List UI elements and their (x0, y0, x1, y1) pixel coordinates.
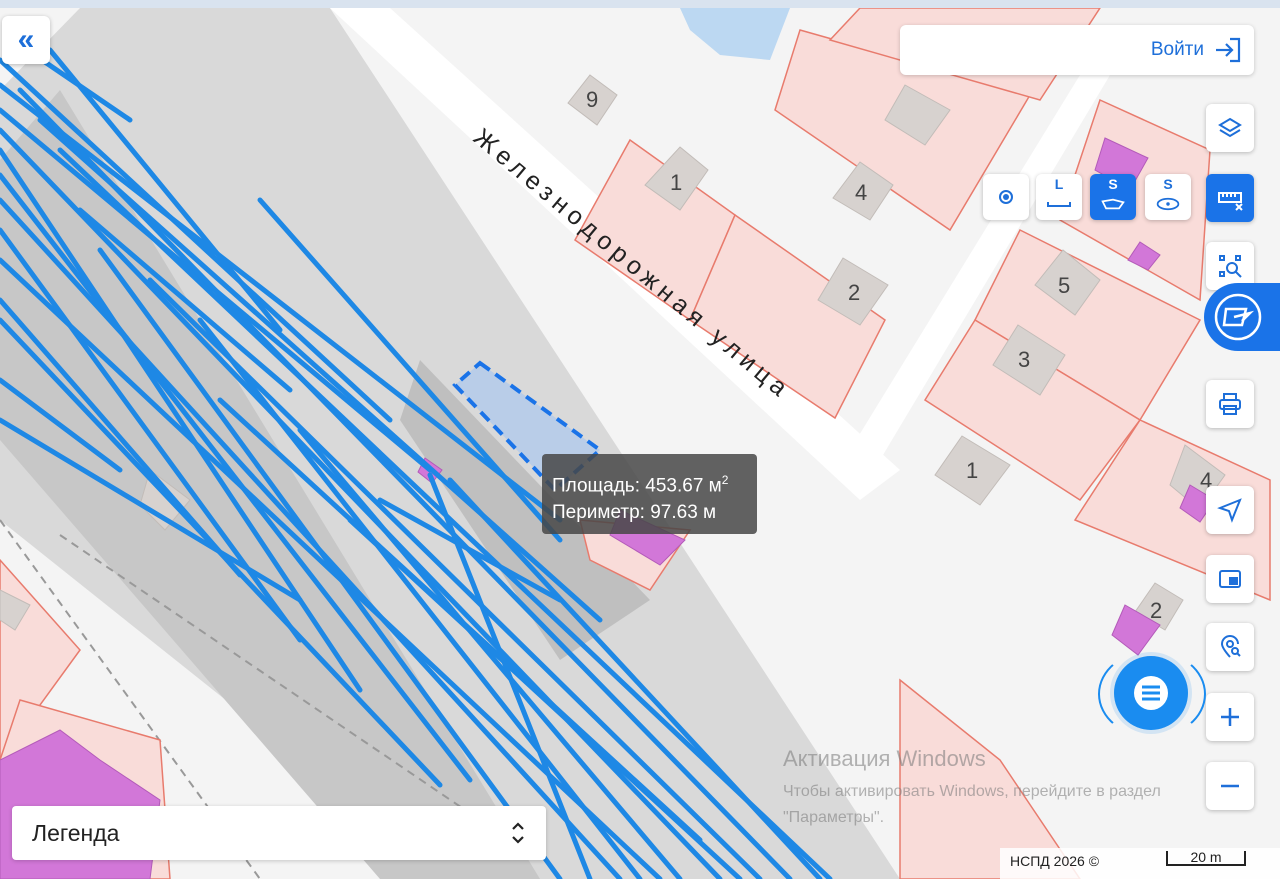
minimap-button[interactable] (1206, 555, 1254, 603)
minus-icon (1221, 784, 1239, 788)
line-measure-button[interactable]: L (1036, 174, 1082, 220)
services-panel-button[interactable] (1204, 283, 1280, 351)
collapse-panel-button[interactable]: « (2, 16, 50, 64)
windows-activation-title: Активация Windows (783, 746, 986, 771)
area-unit-sup: 2 (721, 473, 729, 487)
point-tool-button[interactable] (983, 174, 1029, 220)
line-tool-label: L (1054, 176, 1064, 192)
document-send-icon (1214, 293, 1262, 341)
scale-bar: 20 m (1166, 850, 1246, 866)
navigation-arrow-icon (1217, 498, 1242, 523)
zoom-out-button[interactable] (1206, 762, 1254, 810)
layers-button[interactable] (1206, 104, 1254, 152)
plus-icon (1221, 708, 1239, 726)
house-number: 5 (1058, 273, 1070, 298)
area-value: 453.67 м (645, 475, 722, 497)
map-attribution: НСПД 2026 © 20 m (1000, 848, 1280, 879)
legend-dropdown[interactable]: Легенда (12, 806, 546, 860)
map-pin-search-icon (1220, 635, 1241, 658)
locate-object-button[interactable] (1206, 623, 1254, 671)
house-number: 2 (848, 280, 860, 305)
chat-button[interactable] (1114, 656, 1188, 730)
area-label: Площадь: (552, 475, 640, 497)
circle-area-button[interactable]: S (1145, 174, 1191, 220)
area-measure-button[interactable]: S (1090, 174, 1136, 220)
ruler-line-icon (1047, 202, 1071, 207)
ruler-close-icon (1218, 192, 1243, 211)
area-line: Площадь: 453.67 м2 (552, 467, 747, 499)
perimeter-line: Периметр: 97.63 м (552, 499, 747, 526)
copyright-text: НСПД 2026 © (1010, 853, 1100, 869)
windows-activation-text: Чтобы активировать Windows, перейдите в … (783, 783, 1161, 826)
login-icon (1216, 37, 1241, 63)
house-number: 1 (966, 458, 978, 483)
map-canvas[interactable]: 9 1 4 2 5 3 1 4 2 Железнодорожная улица (0, 8, 1280, 879)
polygon-area-icon (1101, 198, 1125, 210)
measurement-tooltip: Площадь: 453.67 м2 Периметр: 97.63 м (542, 454, 757, 534)
perimeter-value: 97.63 м (650, 502, 717, 524)
layers-icon (1218, 117, 1242, 138)
area-search-icon (1219, 255, 1242, 278)
area-tool-label: S (1108, 176, 1118, 192)
point-tool-icon (999, 190, 1013, 204)
circle-area-icon (1156, 197, 1180, 211)
house-number: 9 (586, 87, 598, 112)
zoom-in-button[interactable] (1206, 693, 1254, 741)
perimeter-label: Периметр: (552, 502, 645, 524)
printer-icon (1219, 393, 1241, 415)
login-label: Войти (1150, 39, 1204, 60)
house-number: 3 (1018, 347, 1030, 372)
my-location-button[interactable] (1206, 486, 1254, 534)
browser-top-strip (0, 0, 1280, 8)
chevron-up-down-icon (512, 822, 524, 844)
legend-label: Легенда (32, 819, 120, 846)
house-number: 1 (670, 170, 682, 195)
measure-tools-button[interactable] (1206, 174, 1254, 222)
print-button[interactable] (1206, 380, 1254, 428)
house-number: 2 (1150, 598, 1162, 623)
double-chevron-left-icon: « (17, 23, 35, 56)
login-button[interactable]: Войти (900, 25, 1254, 75)
minimap-icon (1219, 570, 1241, 588)
chat-icon (1134, 676, 1168, 710)
house-number: 4 (855, 180, 867, 205)
circle-area-label: S (1163, 176, 1173, 192)
